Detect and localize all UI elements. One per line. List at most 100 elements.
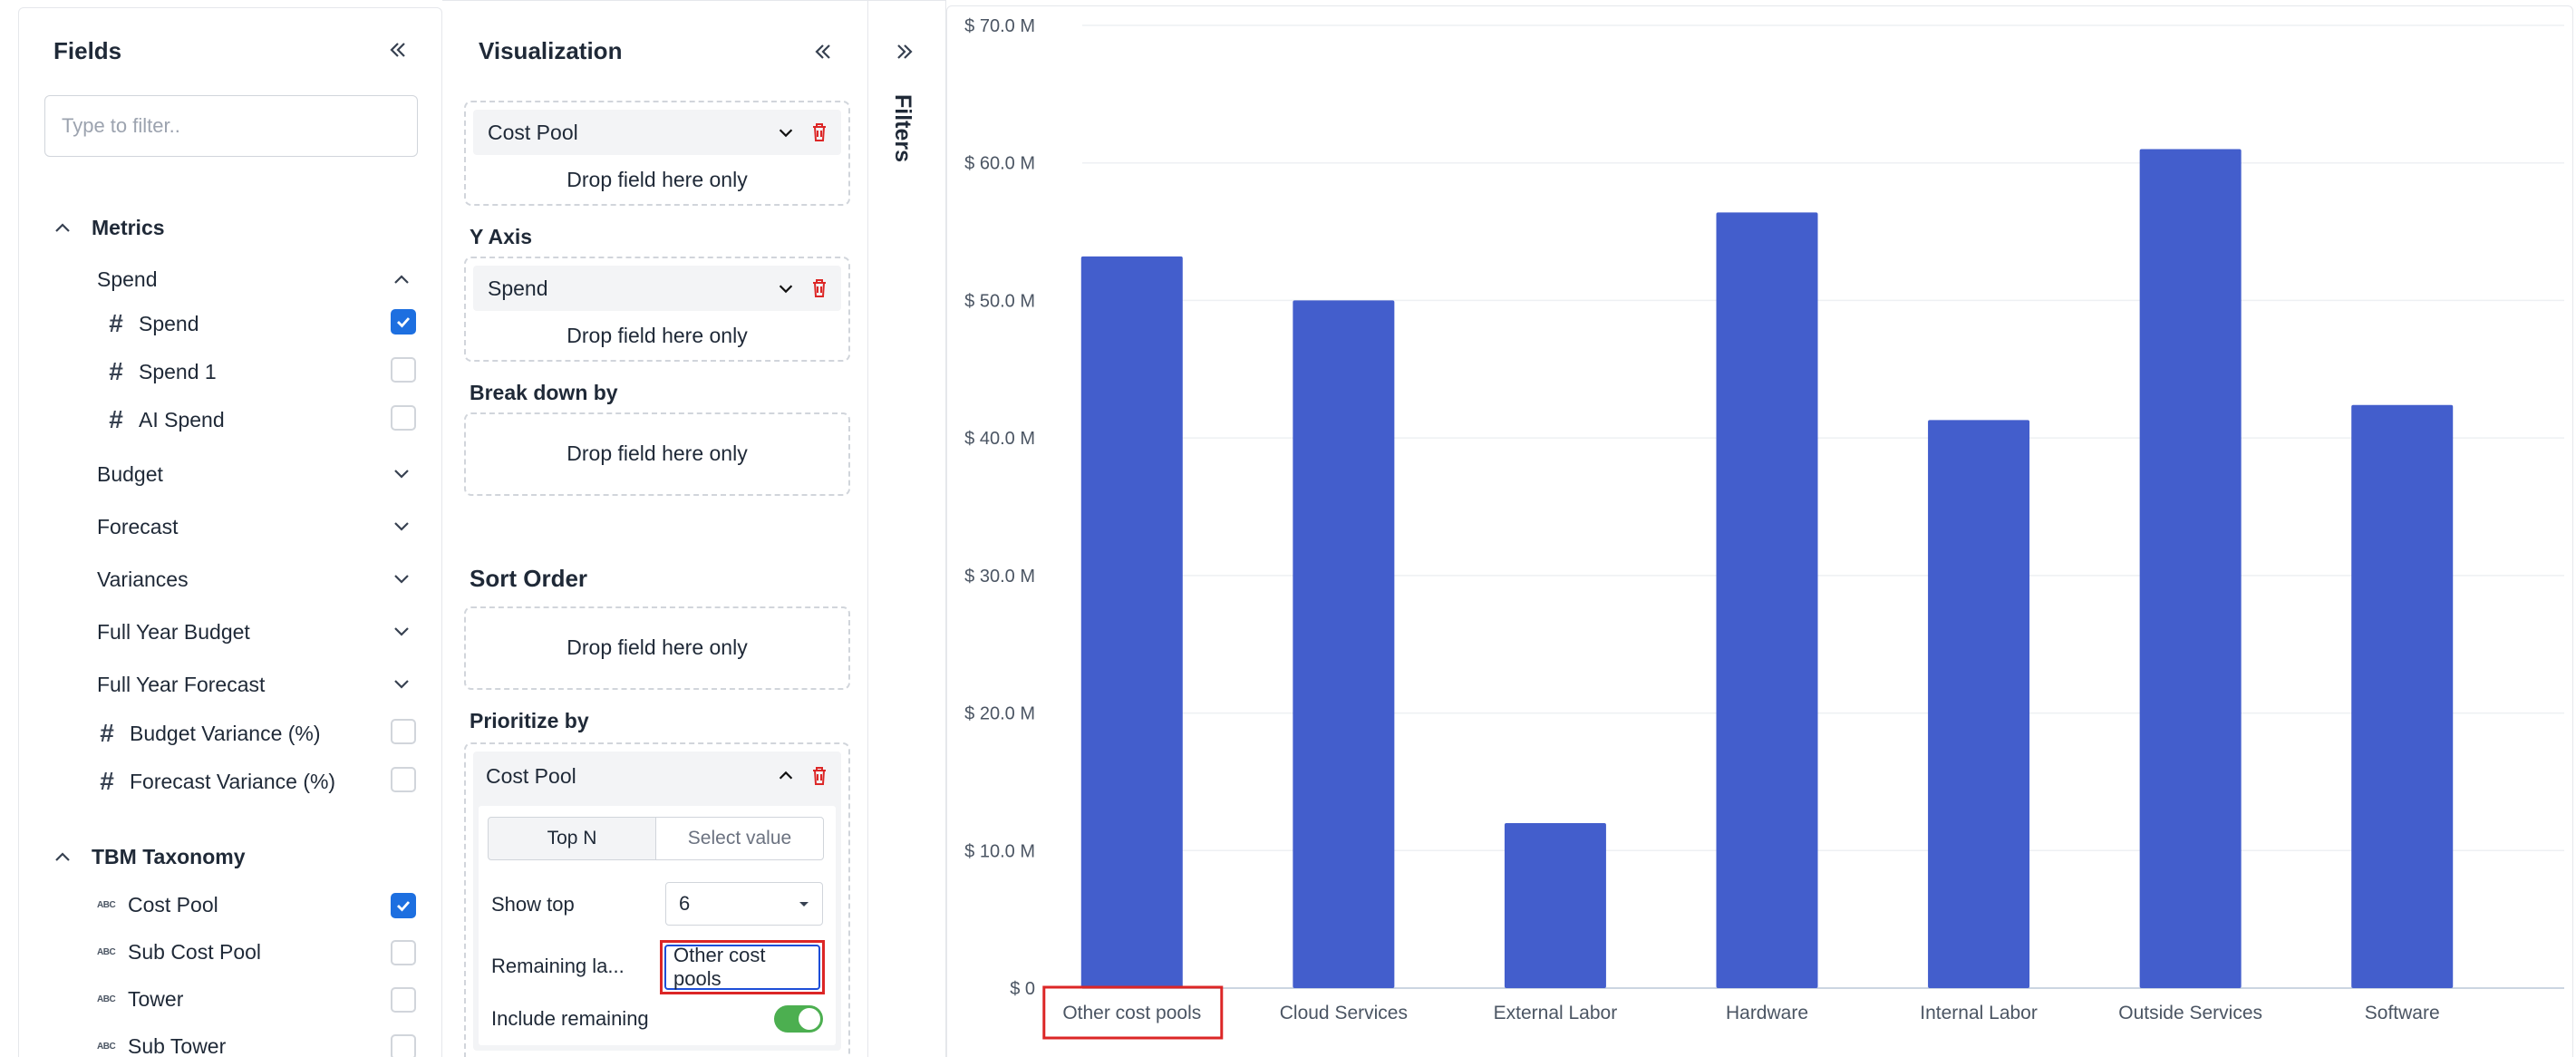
y-tick-label: $ 30.0 M — [964, 567, 1035, 587]
prioritize-field-card: Cost Pool Top N Select value Show top 6 … — [473, 752, 841, 1051]
breakdown-label: Break down by — [470, 381, 618, 404]
group-collapsed[interactable]: Budget — [19, 462, 443, 490]
collapse-visualization-button[interactable] — [805, 34, 841, 70]
chevron-down-icon[interactable] — [391, 515, 412, 537]
y-tick-label: $ 10.0 M — [964, 841, 1035, 861]
y-axis-drop-text: Drop field here only — [567, 324, 748, 347]
x-tick-label: Other cost pools — [1062, 1003, 1201, 1023]
chevron-down-icon[interactable] — [391, 673, 412, 694]
taxonomy-item-checkbox[interactable] — [391, 893, 416, 918]
x-tick-label: Cloud Services — [1280, 1003, 1408, 1023]
bar-chart: $ 0 $ 10.0 M $ 20.0 M $ 30.0 M $ 40.0 M $ 50.… — [964, 16, 2564, 1040]
collapse-fields-button[interactable] — [380, 32, 416, 68]
filters-label[interactable]: Filters — [889, 94, 915, 162]
taxonomy-item-field: ABC Sub Cost Pool — [97, 940, 261, 965]
chevron-up-icon[interactable] — [776, 766, 796, 786]
x-tick-label: Hardware — [1726, 1003, 1808, 1023]
taxonomy-item-checkbox[interactable] — [391, 940, 416, 965]
group-tbm-taxonomy-label: TBM Taxonomy — [92, 845, 246, 868]
group-metrics-label: Metrics — [92, 216, 165, 239]
group-metrics[interactable]: Metrics — [92, 216, 165, 240]
prioritize-options: Top N Select value Show top 6 Remaining … — [479, 806, 836, 1045]
metric-item-checkbox[interactable] — [391, 767, 416, 792]
fields-panel: Fields Metrics Spend TBM Taxonomy # Spend… — [18, 7, 442, 1057]
metric-item-row[interactable]: # Forecast Variance (%) — [19, 767, 443, 800]
select-value-tab[interactable]: Select value — [655, 817, 824, 860]
fields-title: Fields — [53, 37, 122, 64]
chevron-down-icon[interactable] — [391, 462, 412, 484]
group-collapsed-label: Budget — [97, 462, 163, 486]
hash-icon: # — [100, 719, 114, 747]
visualization-panel: Visualization Cost Pool Drop field here … — [442, 0, 868, 1057]
hash-icon: # — [100, 767, 114, 795]
text-type-icon: ABC — [97, 994, 116, 1004]
top-n-tab[interactable]: Top N — [488, 817, 656, 860]
x-axis-drop-zone[interactable]: Cost Pool Drop field here only — [464, 101, 850, 206]
remaining-label-value: Other cost pools — [673, 944, 766, 990]
spend-item-label: Spend 1 — [139, 359, 217, 383]
x-tick-label: External Labor — [1494, 1003, 1618, 1023]
y-axis-field-label: Spend — [488, 276, 548, 300]
group-collapsed[interactable]: Forecast — [19, 515, 443, 542]
spend-item-row[interactable]: # Spend — [19, 309, 443, 342]
group-collapsed[interactable]: Full Year Forecast — [19, 673, 443, 700]
y-axis-field-pill[interactable]: Spend — [473, 266, 841, 311]
x-axis-field-label: Cost Pool — [488, 120, 578, 144]
visualization-title: Visualization — [479, 37, 623, 64]
taxonomy-item-checkbox[interactable] — [391, 987, 416, 1013]
group-tbm-taxonomy[interactable]: TBM Taxonomy — [92, 845, 246, 869]
text-type-icon: ABC — [97, 947, 116, 957]
prioritize-drop-zone[interactable]: Cost Pool Top N Select value Show top 6 … — [464, 742, 850, 1057]
hash-icon: # — [109, 309, 123, 337]
taxonomy-item-field: ABC Cost Pool — [97, 893, 218, 917]
taxonomy-item-row[interactable]: ABC Sub Tower — [19, 1034, 443, 1057]
group-collapsed-label: Variances — [97, 567, 189, 591]
taxonomy-item-row[interactable]: ABC Cost Pool — [19, 893, 443, 926]
sort-order-drop-text: Drop field here only — [567, 635, 748, 659]
spend-item-checkbox[interactable] — [391, 405, 416, 431]
spend-item-checkbox[interactable] — [391, 357, 416, 383]
x-tick-label: Internal Labor — [1920, 1003, 2038, 1023]
remaining-label-input[interactable]: Other cost pools — [664, 944, 820, 990]
chevron-down-icon[interactable] — [391, 567, 412, 589]
chevron-down-icon[interactable] — [776, 278, 796, 298]
metric-item-row[interactable]: # Budget Variance (%) — [19, 719, 443, 752]
field-filter-input[interactable] — [44, 95, 418, 157]
y-tick-label: $ 20.0 M — [964, 704, 1035, 724]
y-tick-label: $ 0 — [1010, 979, 1035, 999]
trash-icon[interactable] — [810, 765, 828, 787]
taxonomy-item-row[interactable]: ABC Sub Cost Pool — [19, 940, 443, 973]
taxonomy-item-checkbox[interactable] — [391, 1034, 416, 1057]
trash-icon[interactable] — [810, 277, 828, 299]
x-axis-drop-text: Drop field here only — [567, 168, 748, 191]
double-chevron-left-icon — [815, 44, 830, 59]
y-axis-drop-zone[interactable]: Spend Drop field here only — [464, 257, 850, 362]
chevron-down-icon[interactable] — [776, 122, 796, 142]
prioritize-label: Prioritize by — [470, 709, 589, 732]
trash-icon[interactable] — [810, 121, 828, 143]
group-collapsed-label: Full Year Forecast — [97, 673, 266, 696]
expand-filters-button[interactable] — [886, 34, 923, 70]
toggle-knob — [799, 1008, 820, 1030]
bar — [2139, 149, 2242, 989]
bar — [1293, 300, 1395, 988]
group-collapsed[interactable]: Full Year Budget — [19, 620, 443, 647]
x-axis-field-pill[interactable]: Cost Pool — [473, 110, 841, 155]
group-spend[interactable]: Spend — [97, 267, 158, 292]
sort-order-drop-zone[interactable]: Drop field here only — [464, 606, 850, 690]
metric-item-checkbox[interactable] — [391, 719, 416, 744]
chevron-up-icon[interactable] — [52, 218, 73, 239]
include-remaining-toggle[interactable] — [774, 1005, 823, 1033]
spend-item-checkbox[interactable] — [391, 309, 416, 335]
chevron-up-icon[interactable] — [391, 269, 412, 291]
show-top-select[interactable]: 6 — [665, 882, 823, 926]
spend-item-row[interactable]: # AI Spend — [19, 405, 443, 438]
chevron-down-icon[interactable] — [391, 620, 412, 642]
bar — [1928, 420, 2030, 988]
spend-item-row[interactable]: # Spend 1 — [19, 357, 443, 390]
chevron-up-icon[interactable] — [52, 847, 73, 868]
breakdown-drop-zone[interactable]: Drop field here only — [464, 412, 850, 496]
taxonomy-item-row[interactable]: ABC Tower — [19, 987, 443, 1020]
taxonomy-item-label: Cost Pool — [128, 893, 218, 916]
group-collapsed[interactable]: Variances — [19, 567, 443, 595]
